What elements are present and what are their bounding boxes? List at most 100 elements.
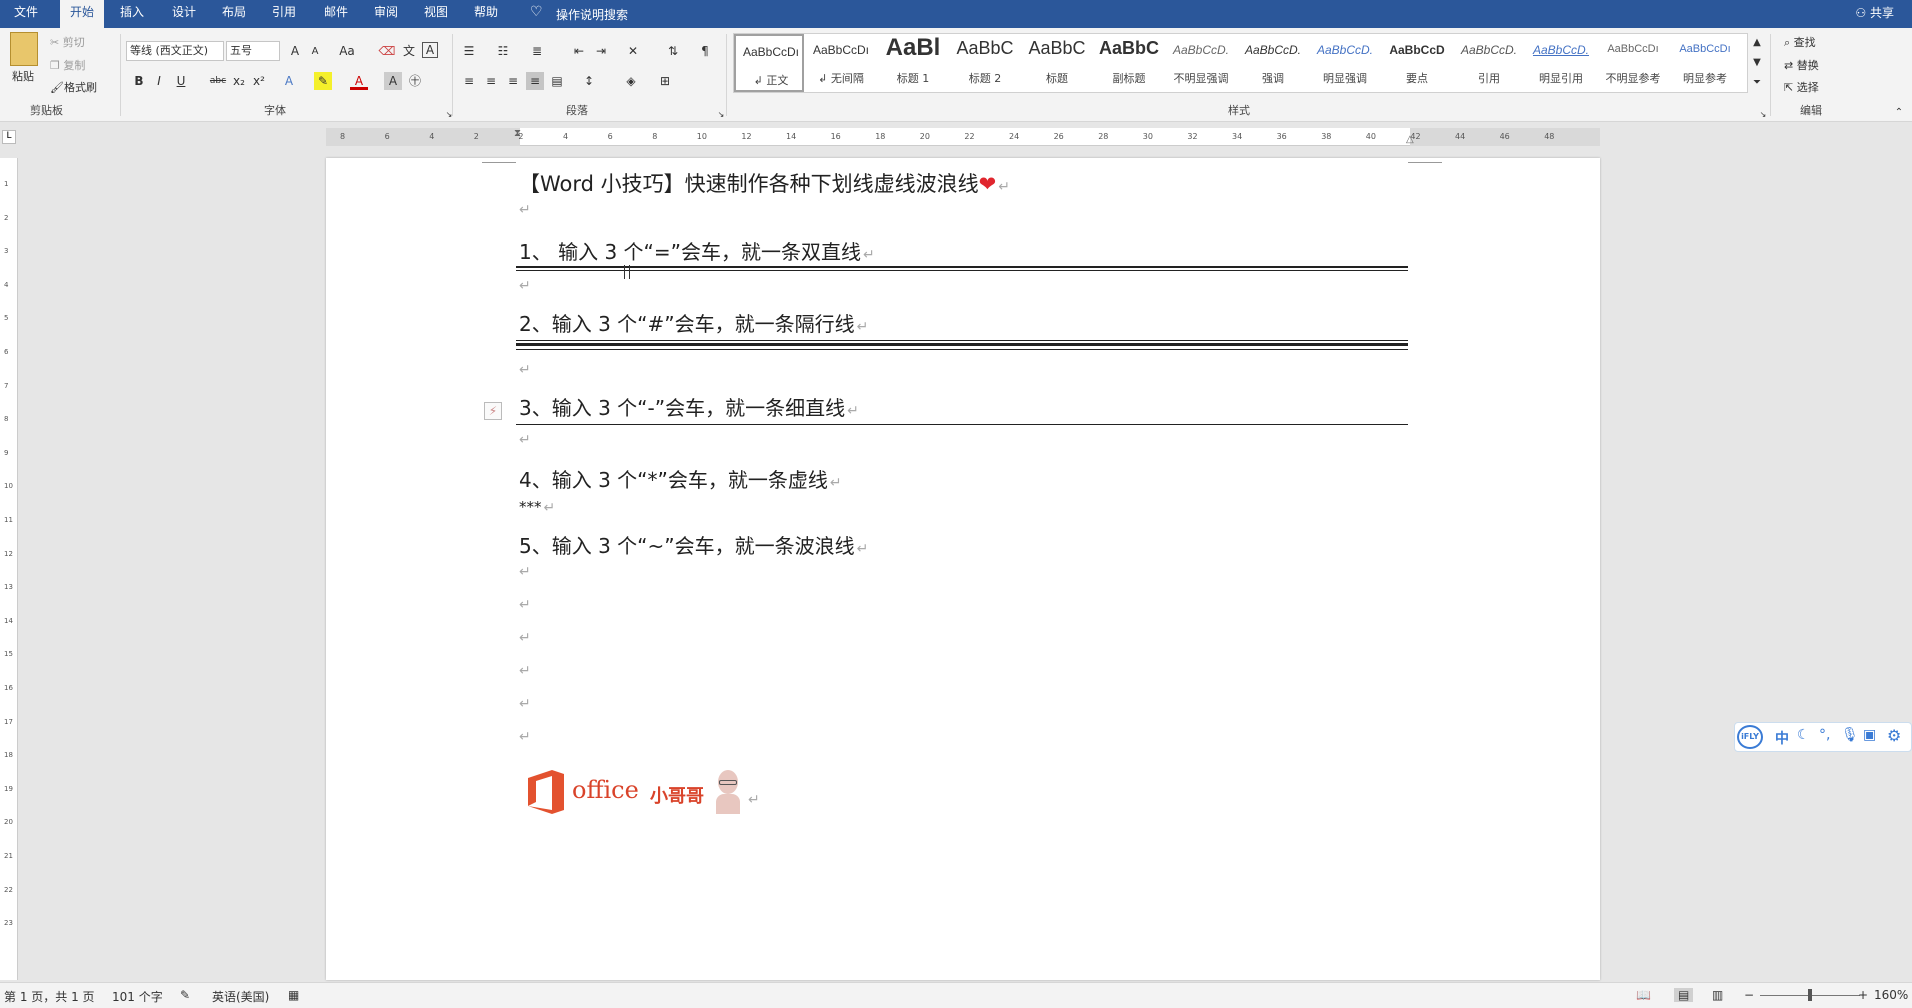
phonetic-guide-icon[interactable]: 文 <box>400 42 418 60</box>
style-heading-1[interactable]: AaBl 标题 1 <box>878 34 948 92</box>
zoom-in-button[interactable]: + <box>1858 988 1868 1002</box>
enclose-char-icon[interactable]: ㊉ <box>406 72 424 90</box>
grow-font-icon[interactable]: A <box>286 42 304 60</box>
replace-button[interactable]: ⇄ 替换 <box>1784 57 1819 73</box>
ime-mode[interactable]: 中 <box>1775 728 1789 748</box>
numbering-icon[interactable]: ☷ <box>494 42 512 60</box>
menu-insert[interactable]: 插入 <box>110 0 154 28</box>
borders-icon[interactable]: ⊞ <box>656 72 674 90</box>
style-intense-reference[interactable]: AaBbCcDı 明显参考 <box>1670 34 1740 92</box>
right-indent-marker-icon[interactable]: △ <box>1406 134 1416 146</box>
read-mode-icon[interactable]: 📖 <box>1636 988 1651 1002</box>
zoom-out-button[interactable]: − <box>1744 988 1754 1002</box>
justify-icon[interactable]: ≡ <box>526 72 544 90</box>
menu-file[interactable]: 文件 <box>4 0 48 28</box>
increase-indent-icon[interactable]: ⇥ <box>592 42 610 60</box>
find-button[interactable]: ⌕ 查找 <box>1784 34 1816 50</box>
share-button[interactable]: ⚇ 共享 <box>1855 4 1894 21</box>
menu-home[interactable]: 开始 <box>60 0 105 28</box>
subscript-button[interactable]: x₂ <box>230 72 248 90</box>
web-layout-icon[interactable]: ▥ <box>1712 988 1723 1002</box>
punctuation-icon[interactable]: °, <box>1819 727 1830 743</box>
proofing-icon[interactable]: ✎ <box>180 988 190 1002</box>
cut-button[interactable]: ✂ 剪切 <box>50 34 85 50</box>
style-quote[interactable]: AaBbCcD. 引用 <box>1454 34 1524 92</box>
menu-help[interactable]: 帮助 <box>464 0 508 28</box>
text-effects-icon[interactable]: A <box>280 72 298 90</box>
microphone-icon[interactable]: 🎙 <box>1841 727 1859 743</box>
toolbox-icon[interactable]: ▣ <box>1863 727 1876 743</box>
underline-button[interactable]: U <box>172 72 190 90</box>
highlight-icon[interactable]: ✎ <box>314 72 332 90</box>
font-color-icon[interactable]: A <box>350 72 368 90</box>
autocorrect-options-icon[interactable]: ⚡ <box>484 402 502 420</box>
align-right-icon[interactable]: ≡ <box>504 72 522 90</box>
change-case-icon[interactable]: Aa <box>334 42 360 60</box>
menu-review[interactable]: 审阅 <box>364 0 408 28</box>
font-name-combo[interactable]: 等线 (西文正文) <box>126 41 224 61</box>
line-spacing-icon[interactable]: ↕ <box>580 72 598 90</box>
style-normal[interactable]: AaBbCcDı ↲ 正文 <box>734 34 804 92</box>
align-center-icon[interactable]: ≡ <box>482 72 500 90</box>
gallery-up-icon[interactable]: ▲ <box>1748 34 1766 52</box>
shading-icon[interactable]: ◈ <box>622 72 640 90</box>
style-intense-quote[interactable]: AaBbCcD. 明显引用 <box>1526 34 1596 92</box>
page-count[interactable]: 第 1 页，共 1 页 <box>4 988 95 1005</box>
tab-selector-icon[interactable]: L <box>2 130 16 144</box>
shrink-font-icon[interactable]: A <box>306 43 324 61</box>
style-strong[interactable]: AaBbCcD 要点 <box>1382 34 1452 92</box>
menu-design[interactable]: 设计 <box>162 0 206 28</box>
tell-me-search[interactable]: 操作说明搜索 <box>556 6 628 23</box>
distribute-icon[interactable]: ▤ <box>548 72 566 90</box>
ifly-logo[interactable]: iFLY <box>1737 725 1763 749</box>
char-border-icon[interactable]: A <box>422 42 438 58</box>
paragraph-dialog-launcher-icon[interactable]: ↘ <box>712 106 730 124</box>
print-layout-icon[interactable]: ▤ <box>1674 988 1694 1002</box>
format-painter-button[interactable]: 🖌格式刷 <box>50 79 97 95</box>
word-count[interactable]: 101 个字 <box>112 988 163 1005</box>
italic-button[interactable]: I <box>150 72 168 90</box>
font-size-combo[interactable]: 五号 <box>226 41 280 61</box>
char-shading-icon[interactable]: A <box>384 72 402 90</box>
language[interactable]: 英语(美国) <box>212 988 269 1005</box>
menu-view[interactable]: 视图 <box>414 0 458 28</box>
decrease-indent-icon[interactable]: ⇤ <box>570 42 588 60</box>
style-subtle-reference[interactable]: AaBbCcDı 不明显参考 <box>1598 34 1668 92</box>
zoom-level[interactable]: 160% <box>1874 988 1908 1002</box>
chinese-layout-icon[interactable]: ✕ <box>624 42 642 60</box>
bullets-icon[interactable]: ☰ <box>460 42 478 60</box>
style-intense-emphasis[interactable]: AaBbCcD. 明显强调 <box>1310 34 1380 92</box>
moon-icon[interactable]: ☾ <box>1797 727 1810 743</box>
menu-layout[interactable]: 布局 <box>212 0 256 28</box>
menu-mailings[interactable]: 邮件 <box>314 0 358 28</box>
macro-icon[interactable]: ▦ <box>288 988 299 1002</box>
horizontal-ruler[interactable]: 8 6 4 2 2 4 6 8 10 12 14 16 18 20 22 24 26 28 30 32 34 36 38 40… <box>326 128 1600 146</box>
zoom-slider-thumb[interactable] <box>1808 989 1812 1001</box>
bold-button[interactable]: B <box>130 72 148 90</box>
font-dialog-launcher-icon[interactable]: ↘ <box>440 106 458 124</box>
copy-button[interactable]: ❐ 复制 <box>50 57 85 73</box>
multilevel-list-icon[interactable]: ≣ <box>528 42 546 60</box>
document-page[interactable]: 【Word 小技巧】快速制作各种下划线虚线波浪线❤ ↵ ↵ 1、 输入 3 个“=… <box>326 158 1600 980</box>
gear-icon[interactable]: ⚙ <box>1887 726 1901 745</box>
align-left-icon[interactable]: ≡ <box>460 72 478 90</box>
style-no-spacing[interactable]: AaBbCcDı ↲ 无间隔 <box>806 34 876 92</box>
strikethrough-button[interactable]: abc <box>206 72 230 90</box>
style-title[interactable]: AaBbC 标题 <box>1022 34 1092 92</box>
style-subtitle[interactable]: AaBbC 副标题 <box>1094 34 1164 92</box>
vertical-ruler[interactable]: 1 2 3 4 5 6 7 8 9 10 11 12 13 14 15 16 17 18 19 20 21 22 23 <box>0 158 18 980</box>
sort-icon[interactable]: ⇅ <box>664 42 682 60</box>
collapse-ribbon-icon[interactable]: ⌃ <box>1890 104 1908 122</box>
clear-format-icon[interactable]: ⌫ <box>378 42 396 60</box>
superscript-button[interactable]: x² <box>250 72 268 90</box>
style-heading-2[interactable]: AaBbC 标题 2 <box>950 34 1020 92</box>
style-emphasis[interactable]: AaBbCcD. 强调 <box>1238 34 1308 92</box>
gallery-down-icon[interactable]: ▼ <box>1748 54 1766 72</box>
gallery-more-icon[interactable]: ⏷ <box>1748 74 1766 92</box>
menu-references[interactable]: 引用 <box>262 0 306 28</box>
paste-button[interactable]: 粘贴 <box>12 68 34 84</box>
style-subtle-emphasis[interactable]: AaBbCcD. 不明显强调 <box>1166 34 1236 92</box>
select-button[interactable]: ⇱ 选择 <box>1784 79 1819 95</box>
indent-marker-icon[interactable]: ⧗ <box>514 128 526 146</box>
show-marks-icon[interactable]: ¶ <box>696 42 714 60</box>
